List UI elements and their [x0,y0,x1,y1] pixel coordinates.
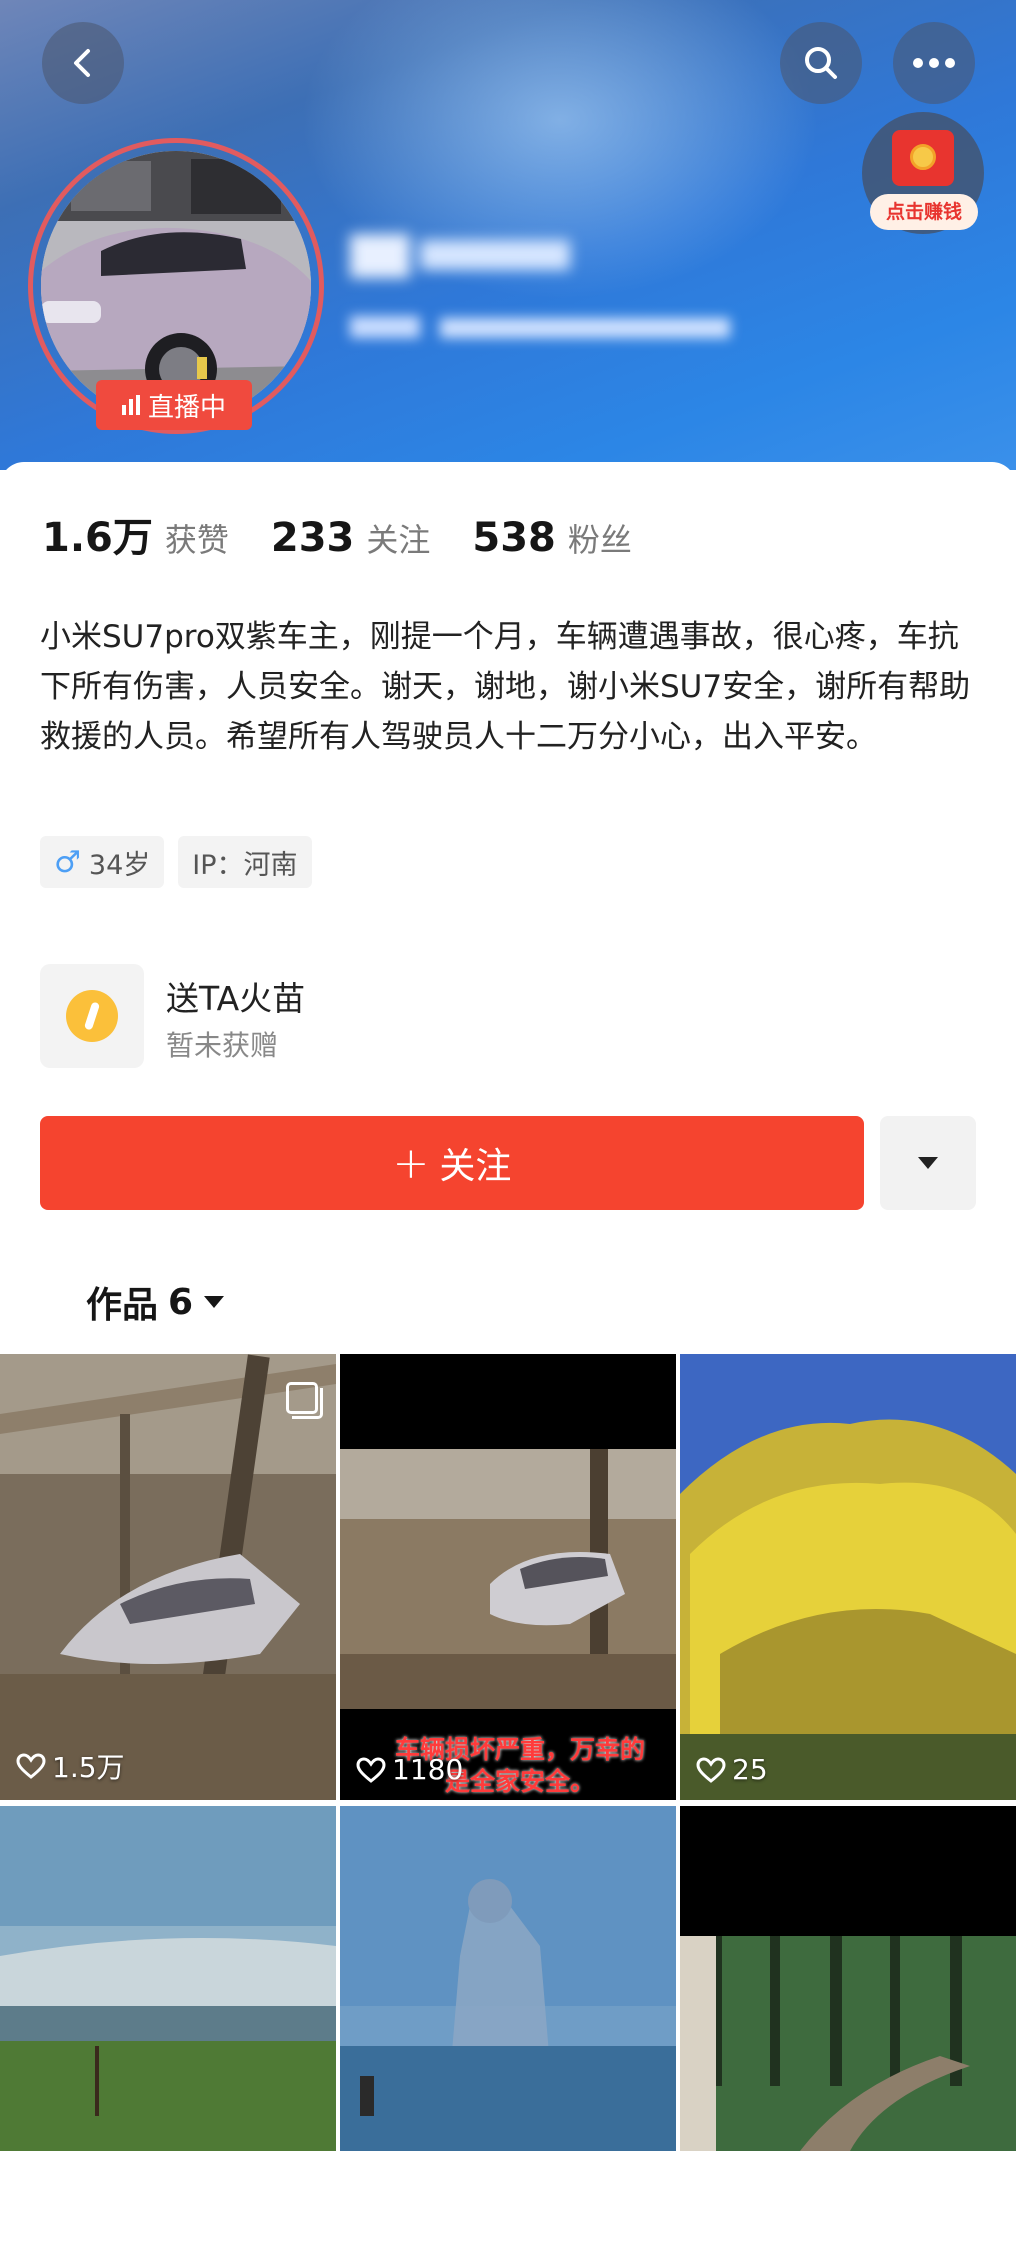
more-button[interactable] [893,22,975,104]
follow-label: 关注 [439,1146,512,1187]
user-id-blurred [350,312,750,342]
live-badge-label: 直播中 [147,392,226,423]
gift-box[interactable] [40,964,144,1068]
work-thumbnail [680,1806,1016,2151]
live-badge[interactable]: 直播中 [96,380,252,430]
age-text: 34岁 [88,849,151,881]
like-count-text: 1.5万 [52,1751,125,1784]
following-label[interactable]: 关注 [366,515,430,561]
work-tile-2[interactable]: 车辆损坏严重，万幸的是全家安全。 1180 [340,1354,676,1800]
search-button[interactable] [780,22,862,104]
back-button[interactable] [42,22,124,104]
like-count: 25 [696,1753,768,1786]
ip-text: IP：河南 [192,849,298,881]
search-icon [805,47,837,79]
gift-title[interactable]: 送TA火苗 [166,972,466,1020]
ip-tag: IP：河南 [178,836,312,888]
likes-count: 1.6万 [42,515,153,561]
caret-down-icon [918,1157,938,1169]
reward-button[interactable]: 点击赚钱 [862,112,984,234]
works-tab[interactable]: 作品 6 [86,1276,225,1328]
stats-row: 1.6万 获赞 233 关注 538 粉丝 [42,505,674,563]
follow-button[interactable]: + 关注 [40,1116,864,1210]
like-count-text: 25 [732,1753,768,1786]
work-tile-5[interactable] [340,1806,676,2252]
followers-count[interactable]: 538 [472,515,556,561]
work-thumbnail [0,1806,336,2151]
caret-down-icon [204,1296,225,1308]
like-count: 1.5万 [16,1746,125,1786]
gift-subtitle: 暂未获赠 [166,1029,279,1062]
work-thumbnail [0,1354,336,1800]
work-tile-1[interactable]: 1.5万 [0,1354,336,1800]
works-label: 作品 [86,1285,159,1326]
likes-label: 获赞 [164,521,229,559]
plus-icon: + [392,1137,430,1189]
live-bars-icon [121,395,140,415]
more-dots-icon [913,58,955,68]
heart-icon [696,1756,726,1783]
profile-header: 点击赚钱 直播中 [0,0,1016,470]
work-thumbnail [340,1806,676,2151]
red-envelope-icon [892,130,954,186]
followers-label[interactable]: 粉丝 [568,515,632,561]
heart-icon [356,1756,386,1783]
profile-tags: ♂ 34岁 IP：河南 [40,836,312,888]
work-tile-4[interactable] [0,1806,336,2252]
back-arrow-icon [74,49,90,77]
male-icon: ♂ [54,844,81,880]
work-tile-6[interactable] [680,1806,1016,2252]
multi-image-icon [286,1382,323,1419]
work-thumbnail [680,1354,1016,1800]
like-count: 1180 [356,1753,463,1786]
username-blurred [350,230,670,282]
flame-icon [66,990,118,1042]
heart-icon [16,1753,46,1779]
work-tile-3[interactable]: 25 [680,1354,1016,1800]
reward-label: 点击赚钱 [870,194,978,230]
age-tag: ♂ 34岁 [40,836,165,888]
follow-options-button[interactable] [880,1116,976,1210]
works-count: 6 [168,1281,194,1323]
like-count-text: 1180 [392,1753,464,1786]
following-count[interactable]: 233 [271,515,355,561]
profile-bio: 小米SU7pro双紫车主，刚提一个月，车辆遭遇事故，很心疼，车抗下所有伤害，人员… [40,619,971,755]
